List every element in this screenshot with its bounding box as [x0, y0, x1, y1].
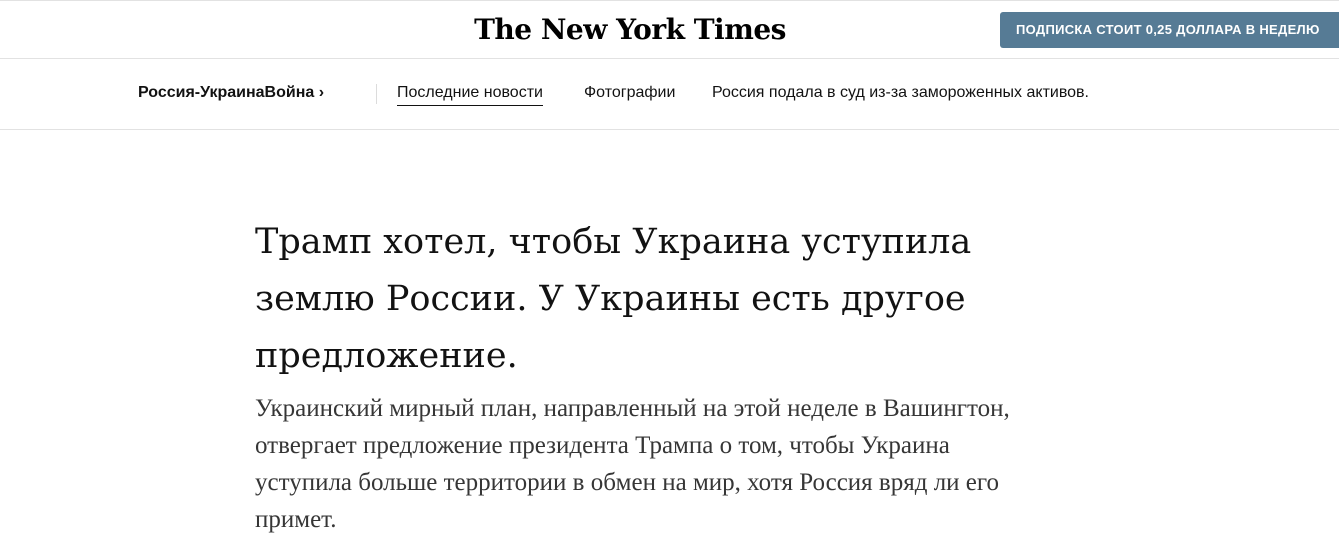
nav-divider [376, 84, 377, 104]
nav-link-frozen-assets[interactable]: Россия подала в суд из-за замороженных а… [712, 84, 1089, 102]
article-headline: Трамп хотел, чтобы Украина уступила земл… [255, 222, 972, 376]
nav-link-latest-news[interactable]: Последние новости [397, 84, 543, 106]
section-link-russia-ukraine-war[interactable]: Россия-УкраинаВойна › [138, 84, 324, 102]
nav-link-photos[interactable]: Фотографии [584, 84, 675, 102]
subscribe-button[interactable]: ПОДПИСКА СТОИТ 0,25 ДОЛЛАРА В НЕДЕЛЮ [1000, 12, 1339, 48]
section-nav: Россия-УкраинаВойна › Последние новости … [0, 59, 1339, 130]
masthead-bar: The New York Times ПОДПИСКА СТОИТ 0,25 Д… [0, 0, 1339, 59]
article-summary: Украинский мирный план, направленный на … [255, 395, 1010, 533]
